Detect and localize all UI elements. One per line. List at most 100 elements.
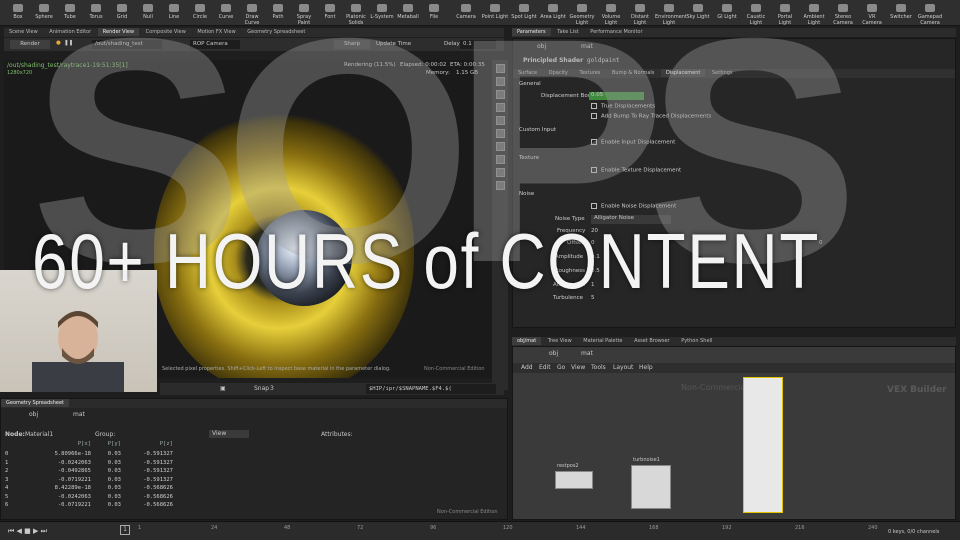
table-cell: 5.80966e-18 [54, 451, 91, 457]
net-path-obj[interactable]: obj [549, 350, 558, 357]
tab-python-shell[interactable]: Python Shell [676, 337, 717, 345]
table-cell: -0.0719221 [57, 502, 91, 508]
spreadsheet-watermark: Non-Commercial Edition [437, 509, 498, 515]
tab-asset-browser[interactable]: Asset Browser [629, 337, 675, 345]
table-cell: -0.0719221 [57, 476, 91, 483]
table-cell: 0 [5, 451, 9, 457]
table-cell: -0.568626 [143, 485, 173, 491]
snapshot-bar: ▣ Snap 3 $HIP/ipr/$SNAPNAME.$F4.$( [160, 383, 504, 395]
menu-add[interactable]: Add [521, 364, 533, 371]
attributes-label: Attributes: [321, 431, 353, 438]
shelf-tool[interactable]: Box [4, 4, 32, 20]
timeline-tick: 216 [795, 525, 805, 531]
table-cell: -0.0242063 [57, 459, 91, 466]
shelf-light-tool[interactable]: VR Camera [858, 4, 886, 26]
table-cell: -0.591327 [143, 468, 173, 474]
table-cell: -0.0492865 [57, 468, 91, 474]
table-cell: -0.568626 [143, 493, 173, 500]
menu-tools[interactable]: Tools [591, 364, 606, 371]
table-row: 0 5.80966e-18 0.03 -0.591327 [5, 451, 173, 457]
shelf-light-tool[interactable]: Switcher [887, 4, 915, 20]
network-tabs: obj/mat Tree View Material Palette Asset… [512, 337, 956, 346]
menu-layout[interactable]: Layout [613, 364, 633, 371]
table-cell: -0.0242063 [57, 493, 91, 500]
timeline-tick: 96 [430, 525, 437, 531]
net-path-mat[interactable]: mat [581, 350, 593, 357]
network-editor[interactable]: obj mat Add Edit Go View Tools Layout He… [512, 346, 956, 520]
timeline-tick: 120 [503, 525, 513, 531]
table-cell: -0.591327 [143, 451, 173, 457]
table-cell: 3 [5, 476, 9, 483]
network-menu: Add Edit Go View Tools Layout Help [513, 363, 955, 373]
table-cell: 1 [5, 459, 9, 466]
node-turbnoise[interactable] [631, 465, 671, 509]
tab-network[interactable]: obj/mat [512, 337, 542, 345]
table-cell: 0.03 [107, 468, 121, 474]
view-select[interactable]: View [209, 430, 249, 438]
headline-overlay: 60+ HOURS of CONTENT [32, 217, 821, 305]
col-header: P[z] [159, 441, 173, 447]
menu-edit[interactable]: Edit [539, 364, 551, 371]
geometry-spreadsheet-panel: Geometry Spreadsheet obj mat Node: Mater… [0, 398, 508, 520]
timeline[interactable]: ⏮ ◀ ■ ▶ ⏭ 1 1 24 48 72 96 120 144 168 192 216 240 … [0, 521, 960, 540]
table-cell: 8.42289e-18 [54, 485, 91, 491]
timeline-tick: 48 [284, 525, 291, 531]
path-obj[interactable]: obj [29, 411, 38, 418]
timeline-tick: 192 [722, 525, 732, 531]
table-cell: 0.03 [107, 459, 121, 466]
tool-label: VR Camera [862, 14, 882, 26]
network-context: VEX Builder [887, 385, 947, 395]
node-restpos-label: restpos2 [557, 463, 579, 469]
timeline-tick: 168 [649, 525, 659, 531]
timeline-tick: 24 [211, 525, 218, 531]
shelf-light-tool[interactable]: Gamepad Camera [916, 4, 944, 26]
table-row: 5 -0.0242063 0.03 -0.568626 [5, 494, 173, 500]
table-cell: 6 [5, 502, 9, 508]
keys-status: 0 keys, 0/0 channels [888, 529, 940, 535]
node-label: Node: [5, 431, 25, 438]
timeline-tick: 144 [576, 525, 586, 531]
node-restpos[interactable] [555, 471, 593, 489]
table-row: 2 -0.0492865 0.03 -0.591327 [5, 468, 173, 474]
tool-label: Switcher [890, 14, 912, 20]
menu-help[interactable]: Help [639, 364, 653, 371]
timeline-tick: 72 [357, 525, 364, 531]
snapshot-icon[interactable]: ▣ [220, 385, 226, 392]
table-row: 4 8.42289e-18 0.03 -0.568626 [5, 485, 173, 491]
table-row: 6 -0.0719221 0.03 -0.568626 [5, 502, 173, 508]
tab-geometry-spreadsheet[interactable]: Geometry Spreadsheet [1, 399, 70, 407]
group-label: Group: [95, 431, 116, 438]
playback-controls[interactable]: ⏮ ◀ ■ ▶ ⏭ [8, 527, 47, 536]
light-icon [867, 4, 877, 12]
menu-go[interactable]: Go [557, 364, 565, 371]
menu-view[interactable]: View [571, 364, 585, 371]
path-mat[interactable]: mat [73, 411, 85, 418]
table-cell: 0.03 [107, 502, 121, 508]
table-cell: 4 [5, 485, 9, 491]
tab-material-palette[interactable]: Material Palette [578, 337, 627, 345]
spreadsheet-tabs: Geometry Spreadsheet [1, 399, 507, 408]
snap-value[interactable]: 3 [270, 385, 274, 392]
light-icon [896, 4, 906, 12]
table-cell: 5 [5, 493, 9, 500]
table-cell: 0.03 [107, 451, 121, 457]
table-cell: -0.591327 [143, 476, 173, 483]
snap-label: Snap [254, 385, 270, 392]
tab-tree-view[interactable]: Tree View [543, 337, 577, 345]
table-row: 1 -0.0242063 0.03 -0.591327 [5, 460, 173, 466]
current-frame[interactable]: 1 [120, 525, 130, 535]
node-turbnoise-label: turbnoise1 [633, 457, 660, 463]
node-value[interactable]: Material1 [25, 431, 53, 438]
table-cell: 0.03 [107, 493, 121, 500]
table-row: 3 -0.0719221 0.03 -0.591327 [5, 477, 173, 483]
table-cell: 0.03 [107, 476, 121, 483]
table-cell: 2 [5, 468, 9, 474]
timeline-tick: 240 [868, 525, 878, 531]
table-cell: -0.591327 [143, 459, 173, 466]
viewport-resolution: 1280x720 [7, 70, 33, 76]
output-node[interactable] [743, 377, 783, 513]
output-path-field[interactable]: $HIP/ipr/$SNAPNAME.$F4.$( [366, 384, 496, 394]
spreadsheet-header: P[x] P[y] P[z] [5, 441, 173, 447]
tool-label: Gamepad Camera [917, 14, 943, 26]
table-cell: 0.03 [107, 485, 121, 491]
